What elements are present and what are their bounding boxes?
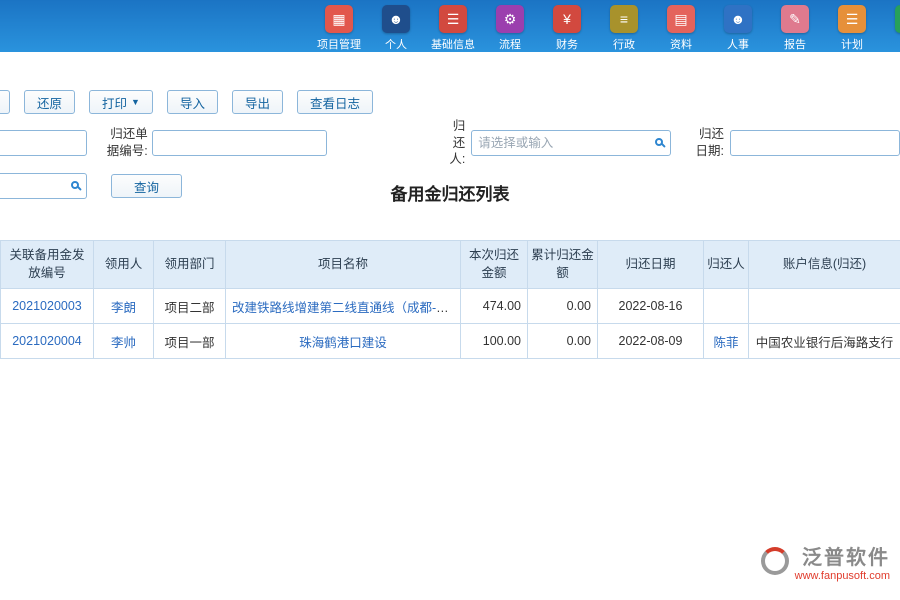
view-log-button[interactable]: 查看日志: [297, 90, 373, 114]
return-date-label: 归还日期:: [693, 126, 724, 160]
recipient-link[interactable]: 李帅: [111, 336, 136, 350]
cell-dept: 项目二部: [154, 289, 226, 324]
doc-no-label: 归还单据编号:: [99, 126, 148, 160]
col-header-project: 项目名称: [226, 241, 461, 289]
nav-item-hr[interactable]: ☻ 人事: [713, 5, 763, 52]
fanpu-logo-icon: [761, 547, 789, 575]
cell-amount: 474.00: [461, 289, 528, 324]
filter-row-1: 归还单据编号: 归还人: 归还日期:: [0, 129, 900, 157]
col-header-total: 累计归还金额: [528, 241, 598, 289]
cell-related-no: 2021020004: [1, 324, 94, 359]
person-icon: ☻: [382, 5, 410, 33]
restore-button[interactable]: 还原: [24, 90, 75, 114]
col-header-date: 归还日期: [598, 241, 704, 289]
returner-label: 归还人:: [442, 118, 466, 169]
cut-left-button[interactable]: [0, 90, 10, 114]
cell-account: [749, 289, 900, 324]
cell-total: 0.00: [528, 324, 598, 359]
cut-green-icon: +: [895, 5, 900, 33]
report-icon: ✎: [781, 5, 809, 33]
nav-item-plan[interactable]: ☰ 计划: [827, 5, 877, 52]
cell-recipient: 李帅: [94, 324, 154, 359]
doc-no-input[interactable]: [152, 130, 327, 156]
layers-icon: ≡: [610, 5, 638, 33]
search-icon[interactable]: [655, 138, 663, 146]
plan-icon: ☰: [838, 5, 866, 33]
related-no-link[interactable]: 2021020004: [12, 334, 82, 348]
nav-item-basic-info[interactable]: ☰ 基础信息: [428, 5, 478, 52]
cell-account: 中国农业银行后海路支行: [749, 324, 900, 359]
cell-project: 改建铁路线增建第二线直通线（成都-西...: [226, 289, 461, 324]
brand-name: 泛普软件: [802, 547, 890, 569]
col-header-related-no: 关联备用金发放编号: [1, 241, 94, 289]
vendor-brand: 泛普软件 www.fanpusoft.com: [761, 547, 890, 582]
nav-label: 行政: [613, 36, 635, 52]
nav-item-materials[interactable]: ▤ 资料: [656, 5, 706, 52]
table-row: 2021020003 李朗 项目二部 改建铁路线增建第二线直通线（成都-西...…: [1, 289, 900, 324]
cut-left-input[interactable]: [0, 130, 87, 156]
flow-icon: ⚙: [496, 5, 524, 33]
returner-link[interactable]: 陈菲: [713, 336, 738, 350]
col-header-dept: 领用部门: [154, 241, 226, 289]
print-button-label: 打印: [102, 93, 127, 112]
nav-item-finance[interactable]: ¥ 财务: [542, 5, 592, 52]
nav-label: 资料: [670, 36, 692, 52]
col-header-recipient: 领用人: [94, 241, 154, 289]
import-button[interactable]: 导入: [167, 90, 218, 114]
related-no-link[interactable]: 2021020003: [12, 299, 82, 313]
table-row: 2021020004 李帅 项目一部 珠海鹤港口建设 100.00 0.00 2…: [1, 324, 900, 359]
nav-label: 人事: [727, 36, 749, 52]
print-button[interactable]: 打印 ▼: [89, 90, 153, 114]
col-header-amount: 本次归还金额: [461, 241, 528, 289]
nav-item-personal[interactable]: ☻ 个人: [371, 5, 421, 52]
cell-total: 0.00: [528, 289, 598, 324]
nav-label: 财务: [556, 36, 578, 52]
nav-item-report[interactable]: ✎ 报告: [770, 5, 820, 52]
return-list-table: 关联备用金发放编号 领用人 领用部门 项目名称 本次归还金额 累计归还金额 归还…: [0, 240, 900, 359]
page: ▦ 项目管理 ☻ 个人 ☰ 基础信息 ⚙ 流程 ¥ 财务 ≡ 行政: [0, 0, 900, 600]
col-header-returner: 归还人: [704, 241, 749, 289]
col-header-account: 账户信息(归还): [749, 241, 900, 289]
nav-label: 基础信息: [431, 36, 475, 52]
cell-project: 珠海鹤港口建设: [226, 324, 461, 359]
return-date-input[interactable]: [730, 130, 900, 156]
cell-date: 2022-08-09: [598, 324, 704, 359]
nav-item-administration[interactable]: ≡ 行政: [599, 5, 649, 52]
nav-label: 计划: [841, 36, 863, 52]
nav-items: ▦ 项目管理 ☻ 个人 ☰ 基础信息 ⚙ 流程 ¥ 财务 ≡ 行政: [314, 1, 900, 52]
cell-dept: 项目一部: [154, 324, 226, 359]
cell-returner: [704, 289, 749, 324]
recipient-link[interactable]: 李朗: [111, 301, 136, 315]
people-icon: ☻: [724, 5, 752, 33]
brand-site-link[interactable]: www.fanpusoft.com: [795, 570, 890, 582]
nav-label: 个人: [385, 36, 407, 52]
info-list-icon: ☰: [439, 5, 467, 33]
filter-row-2: 查询 备用金归还列表: [0, 172, 900, 200]
project-link[interactable]: 珠海鹤港口建设: [299, 336, 387, 350]
grid-icon: ▦: [325, 5, 353, 33]
cell-date: 2022-08-16: [598, 289, 704, 324]
nav-item-workflow[interactable]: ⚙ 流程: [485, 5, 535, 52]
nav-item-project-management[interactable]: ▦ 项目管理: [314, 5, 364, 52]
nav-item-cut-right[interactable]: +: [884, 5, 900, 36]
export-button[interactable]: 导出: [232, 90, 283, 114]
cell-returner: 陈菲: [704, 324, 749, 359]
top-nav-bar: ▦ 项目管理 ☻ 个人 ☰ 基础信息 ⚙ 流程 ¥ 财务 ≡ 行政: [0, 0, 900, 52]
table-header-row: 关联备用金发放编号 领用人 领用部门 项目名称 本次归还金额 累计归还金额 归还…: [1, 241, 900, 289]
money-icon: ¥: [553, 5, 581, 33]
nav-label: 流程: [499, 36, 521, 52]
cell-recipient: 李朗: [94, 289, 154, 324]
nav-label: 项目管理: [317, 36, 361, 52]
cell-amount: 100.00: [461, 324, 528, 359]
project-link[interactable]: 改建铁路线增建第二线直通线（成都-西...: [232, 301, 459, 315]
document-icon: ▤: [667, 5, 695, 33]
returner-input[interactable]: [471, 130, 671, 156]
page-title: 备用金归还列表: [0, 180, 900, 205]
toolbar: 还原 打印 ▼ 导入 导出 查看日志: [0, 90, 900, 114]
nav-label: 报告: [784, 36, 806, 52]
chevron-down-icon: ▼: [131, 97, 140, 107]
cell-related-no: 2021020003: [1, 289, 94, 324]
